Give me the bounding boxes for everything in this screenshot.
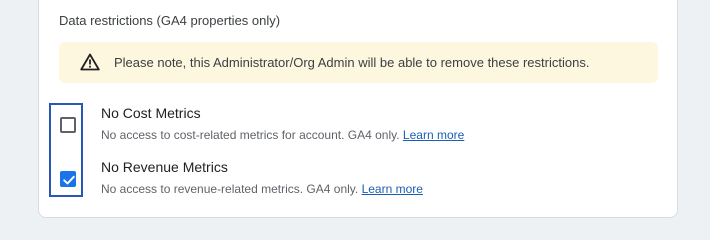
no-cost-metrics-label[interactable]: No Cost Metrics	[101, 105, 201, 121]
section-title: Data restrictions (GA4 properties only)	[59, 13, 281, 28]
no-cost-metrics-description: No access to cost-related metrics for ac…	[101, 128, 464, 142]
no-revenue-metrics-description: No access to revenue-related metrics. GA…	[101, 182, 423, 196]
no-cost-metrics-checkbox[interactable]	[60, 117, 76, 133]
no-revenue-metrics-description-text: No access to revenue-related metrics. GA…	[101, 182, 359, 196]
notice-text: Please note, this Administrator/Org Admi…	[114, 55, 590, 70]
no-cost-metrics-learn-more-link[interactable]: Learn more	[403, 128, 464, 142]
no-revenue-metrics-label[interactable]: No Revenue Metrics	[101, 159, 228, 175]
no-revenue-metrics-checkbox[interactable]	[60, 171, 76, 187]
checkmark-icon	[63, 175, 75, 185]
no-revenue-metrics-learn-more-link[interactable]: Learn more	[362, 182, 423, 196]
no-cost-metrics-description-text: No access to cost-related metrics for ac…	[101, 128, 400, 142]
warning-icon	[80, 53, 100, 71]
warning-notice: Please note, this Administrator/Org Admi…	[59, 42, 658, 83]
